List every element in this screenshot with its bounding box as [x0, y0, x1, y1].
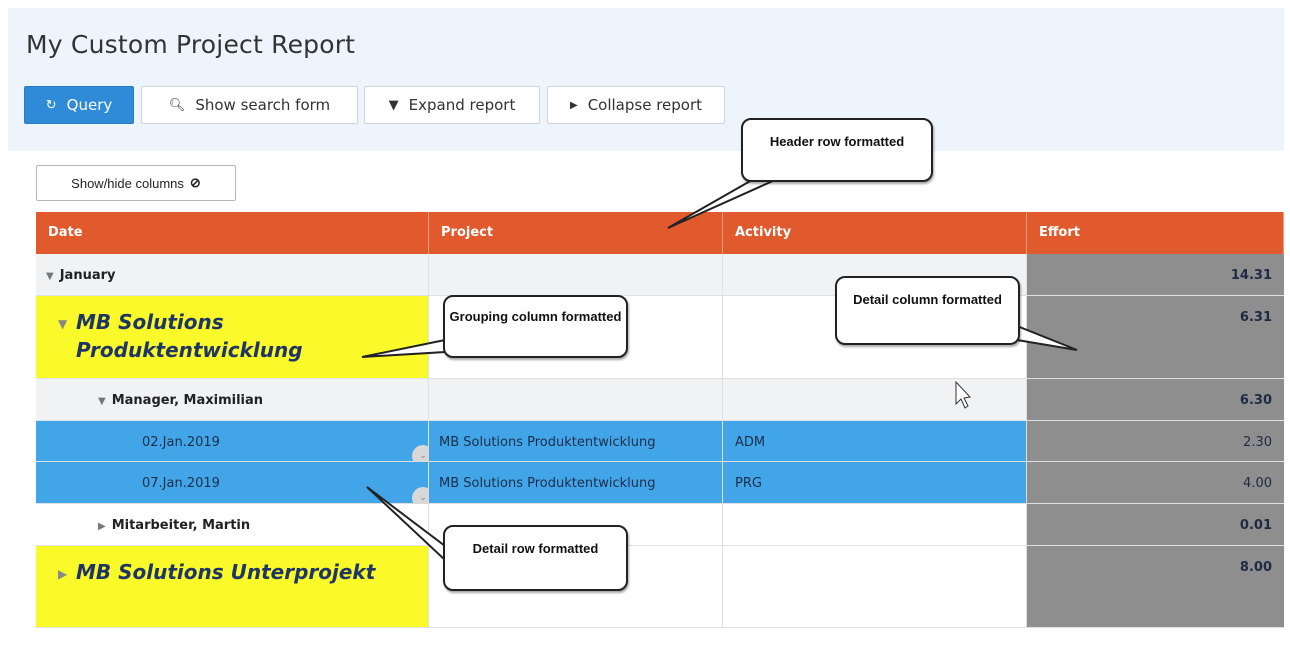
group-row-employee[interactable]: ▶ Mitarbeiter, Martin 0.01	[36, 504, 1284, 546]
page-title: My Custom Project Report	[26, 30, 356, 59]
effort-value: 4.00	[1243, 476, 1272, 491]
group-label: Manager, Maximilian	[111, 393, 264, 408]
activity-cell: PRG	[735, 476, 762, 491]
callout-detail-column: Detail column formatted	[835, 276, 1020, 345]
show-search-form-button[interactable]: 🔍︎ Show search form	[141, 86, 358, 124]
caret-down-icon: ▼	[388, 97, 399, 113]
table-header-row: Date Project Activity Effort	[36, 212, 1284, 254]
group-label: MB Solutions Unterprojekt	[76, 560, 376, 584]
caret-down-icon: ▼	[46, 271, 54, 282]
caret-right-icon: ▶	[98, 521, 106, 532]
date-cell: 07.Jan.2019	[142, 476, 220, 491]
callout-detail-row: Detail row formatted	[443, 525, 628, 591]
effort-value: 2.30	[1243, 435, 1272, 450]
caret-right-icon: ▶	[569, 99, 578, 111]
show-hide-columns-label: Show/hide columns	[71, 175, 184, 191]
group-row-project[interactable]: ▼ MB Solutions Produktentwicklung 6.31	[36, 296, 1284, 379]
show-hide-columns-button[interactable]: Show/hide columns ⊘	[36, 165, 236, 201]
eye-slash-icon: ⊘	[189, 175, 201, 190]
activity-cell: ADM	[735, 435, 766, 450]
caret-down-icon: ▼	[98, 396, 106, 407]
group-label: MB Solutions Produktentwicklung	[76, 310, 303, 362]
caret-right-icon: ▶	[58, 567, 68, 581]
show-search-form-label: Show search form	[195, 96, 331, 114]
date-cell: 02.Jan.2019	[142, 435, 220, 450]
detail-row[interactable]: 07.Jan.2019 ⌄ MB Solutions Produktentwic…	[36, 462, 1284, 509]
query-button-label: Query	[66, 96, 113, 114]
effort-value: 6.30	[1239, 393, 1272, 408]
effort-value: 0.01	[1239, 518, 1272, 533]
collapse-report-label: Collapse report	[587, 96, 703, 114]
project-cell: MB Solutions Produktentwicklung	[439, 476, 656, 491]
column-header-date[interactable]: Date	[36, 212, 429, 254]
group-row-manager[interactable]: ▼ Manager, Maximilian 6.30	[36, 379, 1284, 421]
column-header-effort[interactable]: Effort	[1027, 212, 1284, 254]
query-button[interactable]: ↻ Query	[24, 86, 134, 124]
group-label: January	[59, 268, 116, 283]
effort-value: 8.00	[1239, 560, 1272, 575]
callout-grouping-column: Grouping column formatted	[443, 295, 628, 358]
callout-header-row: Header row formatted	[741, 118, 933, 182]
effort-value: 6.31	[1239, 310, 1272, 325]
effort-value: 14.31	[1230, 268, 1272, 283]
group-row-january[interactable]: ▼ January 14.31	[36, 254, 1284, 296]
collapse-report-button[interactable]: ▶ Collapse report	[547, 86, 725, 124]
column-header-activity[interactable]: Activity	[723, 212, 1027, 254]
group-label: Mitarbeiter, Martin	[111, 518, 251, 533]
expand-report-label: Expand report	[408, 96, 516, 114]
expand-report-button[interactable]: ▼ Expand report	[364, 86, 540, 124]
caret-down-icon: ▼	[58, 317, 68, 331]
search-icon: 🔍︎	[168, 97, 186, 113]
group-row-subproject[interactable]: ▶ MB Solutions Unterprojekt 8.00	[36, 546, 1284, 628]
refresh-icon: ↻	[45, 97, 57, 113]
column-header-project[interactable]: Project	[429, 212, 723, 254]
detail-row[interactable]: 02.Jan.2019 ⌄ MB Solutions Produktentwic…	[36, 421, 1284, 467]
project-cell: MB Solutions Produktentwicklung	[439, 435, 656, 450]
